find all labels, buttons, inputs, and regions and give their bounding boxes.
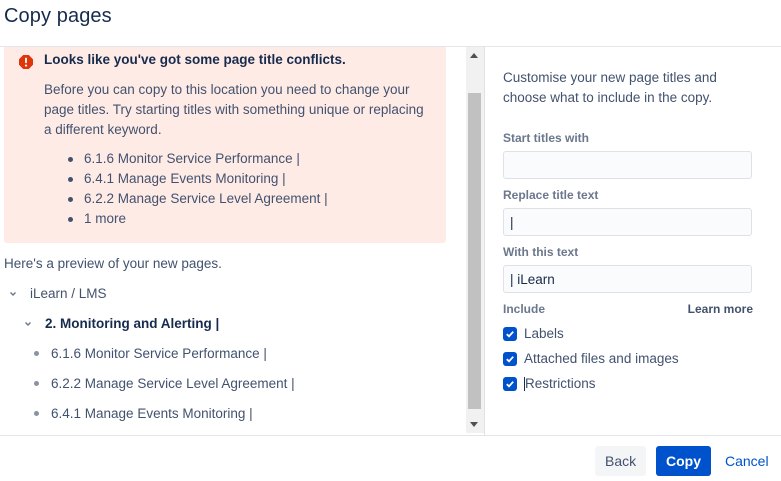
start-titles-label: Start titles with xyxy=(503,131,590,145)
chevron-down-icon[interactable] xyxy=(23,319,33,329)
tree-child-label: 6.2.2 Manage Service Level Agreement | xyxy=(51,376,295,391)
restrictions-checkbox-label: Restrictions xyxy=(525,376,596,391)
error-icon xyxy=(19,55,33,69)
scroll-up-arrow-icon[interactable] xyxy=(470,53,478,58)
tree-space-label: iLearn / LMS xyxy=(30,286,107,301)
scrollbar-thumb[interactable] xyxy=(468,93,481,409)
include-labels-row[interactable]: Labels xyxy=(503,326,564,341)
footer-divider xyxy=(0,435,781,436)
tree-space-row[interactable]: iLearn / LMS xyxy=(8,286,107,301)
bullet-icon xyxy=(34,411,39,416)
scroll-down-arrow-icon[interactable] xyxy=(470,422,478,427)
tree-parent-label: 2. Monitoring and Alerting | xyxy=(45,316,220,331)
preview-label: Here's a preview of your new pages. xyxy=(4,256,222,271)
alert-body: Before you can copy to this location you… xyxy=(44,82,424,137)
conflict-alert: Looks like you've got some page title co… xyxy=(4,47,446,243)
attachments-checkbox-label: Attached files and images xyxy=(524,351,679,366)
attachments-checkbox[interactable] xyxy=(503,351,517,366)
dialog-title: Copy pages xyxy=(4,5,112,27)
cancel-button[interactable]: Cancel xyxy=(715,446,771,476)
labels-checkbox-label: Labels xyxy=(524,326,564,341)
preview-scrollbar[interactable] xyxy=(466,47,484,433)
options-intro: Customise your new page titles and choos… xyxy=(503,70,717,105)
list-item: 1 more xyxy=(66,209,328,229)
with-text-value: | iLearn xyxy=(510,271,555,287)
replace-title-value: | xyxy=(510,214,514,230)
labels-checkbox[interactable] xyxy=(503,326,517,341)
include-restrictions-row[interactable]: Restrictions xyxy=(503,376,596,391)
alert-title: Looks like you've got some page title co… xyxy=(44,52,346,67)
bullet-icon xyxy=(34,381,39,386)
include-label: Include xyxy=(503,302,546,316)
tree-child-row[interactable]: 6.1.6 Monitor Service Performance | xyxy=(34,346,267,361)
options-pane: Customise your new page titles and choos… xyxy=(485,47,781,433)
tree-child-row[interactable]: 6.2.2 Manage Service Level Agreement | xyxy=(34,376,295,391)
list-item: 6.4.1 Manage Events Monitoring | xyxy=(66,169,328,189)
with-text-label: With this text xyxy=(503,245,579,259)
restrictions-checkbox[interactable] xyxy=(503,376,517,391)
chevron-down-icon[interactable] xyxy=(8,289,18,299)
list-item: 6.1.6 Monitor Service Performance | xyxy=(66,149,328,169)
tree-child-label: 6.4.1 Manage Events Monitoring | xyxy=(51,406,253,421)
checkmark-icon xyxy=(506,380,514,388)
conflict-list: 6.1.6 Monitor Service Performance | 6.4.… xyxy=(66,149,328,229)
start-titles-input[interactable] xyxy=(503,151,752,179)
tree-child-label: 6.1.6 Monitor Service Performance | xyxy=(51,346,267,361)
tree-parent-row[interactable]: 2. Monitoring and Alerting | xyxy=(23,316,219,331)
tree-child-row[interactable]: 6.4.1 Manage Events Monitoring | xyxy=(34,406,253,421)
replace-title-input[interactable]: | xyxy=(503,208,752,236)
preview-pane[interactable]: Looks like you've got some page title co… xyxy=(0,47,466,433)
include-attachments-row[interactable]: Attached files and images xyxy=(503,351,679,366)
checkmark-icon xyxy=(506,355,514,363)
list-item: 6.2.2 Manage Service Level Agreement | xyxy=(66,189,328,209)
learn-more-link[interactable]: Learn more xyxy=(688,302,753,316)
back-button[interactable]: Back xyxy=(595,446,646,476)
replace-title-label: Replace title text xyxy=(503,188,599,202)
copy-button[interactable]: Copy xyxy=(656,446,711,476)
with-text-input[interactable]: | iLearn xyxy=(503,265,752,293)
bullet-icon xyxy=(34,351,39,356)
checkmark-icon xyxy=(506,330,514,338)
